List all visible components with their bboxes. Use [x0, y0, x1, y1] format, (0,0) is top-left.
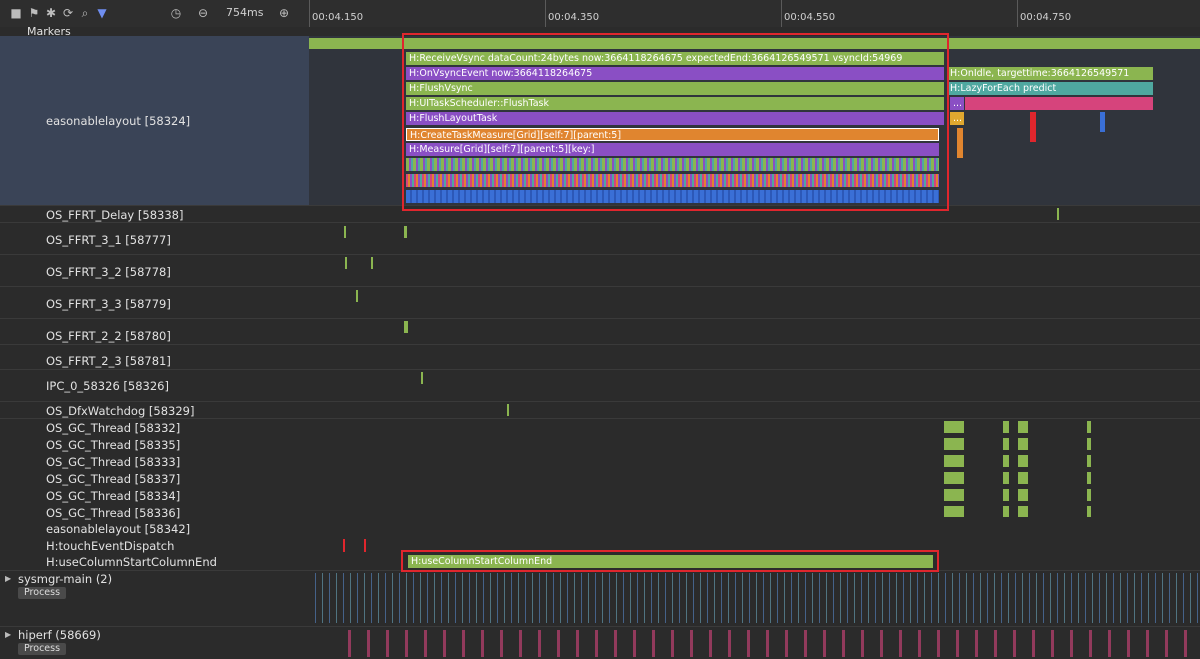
process-badge: Process [18, 643, 67, 655]
zoom-in-icon[interactable]: ⊕ [277, 6, 291, 20]
thread-event[interactable] [404, 321, 408, 333]
row-divider [0, 286, 1200, 287]
flag-icon[interactable]: ⚑ [27, 6, 41, 20]
thread-label[interactable]: OS_DfxWatchdog [58329] [46, 404, 194, 418]
slice-pink-block[interactable] [965, 97, 1153, 110]
slice-flush-vsync[interactable]: H:FlushVsync [406, 82, 944, 95]
thread-label[interactable]: OS_FFRT_2_3 [58781] [46, 354, 171, 368]
row-divider [0, 318, 1200, 319]
slice-on-vsync-event[interactable]: H:OnVsyncEvent now:3664118264675 [406, 67, 944, 80]
thread-label[interactable]: OS_FFRT_3_1 [58777] [46, 233, 171, 247]
tick-label: 00:04.150 [312, 12, 364, 23]
gc-activity[interactable] [1018, 421, 1028, 517]
expand-arrow-icon[interactable]: ▶ [5, 630, 11, 639]
slice-ui-task-scheduler[interactable]: H:UITaskScheduler::FlushTask [406, 97, 944, 110]
small-slice[interactable] [1100, 112, 1105, 132]
expand-arrow-icon[interactable]: ▶ [5, 574, 11, 583]
touch-event[interactable] [364, 539, 366, 552]
markers-label: Markers [27, 25, 71, 38]
clock-icon[interactable]: ◷ [169, 6, 183, 20]
thread-label[interactable]: OS_GC_Thread [58337] [46, 472, 180, 486]
process-badge: Process [18, 587, 67, 599]
tick-label: 00:04.750 [1020, 12, 1072, 23]
thread-event[interactable] [421, 372, 423, 384]
thread-label[interactable]: OS_FFRT_Delay [58338] [46, 208, 183, 222]
process-name[interactable]: hiperf (58669) [18, 628, 101, 642]
process-activity[interactable] [309, 573, 1200, 623]
thread-label[interactable]: OS_GC_Thread [58336] [46, 506, 180, 520]
thread-event[interactable] [344, 226, 346, 238]
thread-event[interactable] [507, 404, 509, 416]
thread-label[interactable]: easonablelayout [58342] [46, 522, 190, 536]
slice-lazy-for-each[interactable]: H:LazyForEach predict [947, 82, 1153, 95]
row-divider [0, 344, 1200, 345]
thread-label[interactable]: OS_GC_Thread [58335] [46, 438, 180, 452]
slice-use-column[interactable]: H:useColumnStartColumnEnd [408, 555, 933, 568]
touch-event[interactable] [343, 539, 345, 552]
thread-event[interactable] [371, 257, 373, 269]
thread-label[interactable]: OS_GC_Thread [58334] [46, 489, 180, 503]
row-divider [0, 254, 1200, 255]
small-slice[interactable] [1030, 112, 1036, 142]
row-divider [0, 222, 1200, 223]
slice-ellipsis[interactable]: ... [950, 112, 964, 125]
slice-dense-children[interactable] [406, 190, 939, 203]
slice-dense-children[interactable] [406, 174, 939, 187]
thread-label[interactable]: OS_GC_Thread [58332] [46, 421, 180, 435]
search-icon[interactable]: ⌕ [78, 6, 92, 20]
thread-label[interactable]: OS_GC_Thread [58333] [46, 455, 180, 469]
gc-activity[interactable] [1003, 421, 1009, 517]
thread-event[interactable] [345, 257, 347, 269]
zoom-value: 754ms [226, 6, 264, 19]
gc-activity[interactable] [944, 421, 964, 517]
thread-event[interactable] [404, 226, 407, 238]
slice-ellipsis[interactable]: ... [950, 97, 964, 110]
row-divider [0, 570, 1200, 571]
main-thread-label[interactable]: easonablelayout [58324] [46, 114, 190, 128]
row-divider [0, 369, 1200, 370]
toolbar: ■ ⚑ ✱ ⟳ ⌕ ▼ ◷ ⊖ 754ms ⊕ 00:04.150 00:04.… [0, 0, 1200, 28]
process-name[interactable]: sysmgr-main (2) [18, 572, 112, 586]
square-icon[interactable]: ■ [9, 6, 23, 20]
row-divider [0, 626, 1200, 627]
thread-label[interactable]: OS_FFRT_3_3 [58779] [46, 297, 171, 311]
thread-label[interactable]: OS_FFRT_2_2 [58780] [46, 329, 171, 343]
thread-label[interactable]: H:useColumnStartColumnEnd [46, 555, 217, 569]
slice-measure-grid[interactable]: H:Measure[Grid][self:7][parent:5][key:] [406, 143, 939, 156]
thread-event[interactable] [1057, 208, 1059, 220]
row-divider [0, 401, 1200, 402]
gc-activity[interactable] [1087, 421, 1091, 517]
filter-icon[interactable]: ▼ [95, 6, 109, 20]
circle-gear-icon[interactable]: ✱ [44, 6, 58, 20]
row-divider [0, 205, 1200, 206]
zoom-out-icon[interactable]: ⊖ [196, 6, 210, 20]
tick-line [545, 0, 546, 27]
tick-line [781, 0, 782, 27]
refresh-icon[interactable]: ⟳ [61, 6, 75, 20]
tick-line [1017, 0, 1018, 27]
tick-label: 00:04.550 [784, 12, 836, 23]
vsync-marker-strip [309, 38, 1200, 49]
slice-receive-vsync[interactable]: H:ReceiveVsync dataCount:24bytes now:366… [406, 52, 944, 65]
slice-on-idle[interactable]: H:OnIdle, targettime:3664126549571 [947, 67, 1153, 80]
small-slice[interactable] [957, 128, 963, 158]
thread-label[interactable]: OS_FFRT_3_2 [58778] [46, 265, 171, 279]
row-divider [0, 418, 1200, 419]
slice-flush-layout[interactable]: H:FlushLayoutTask [406, 112, 944, 125]
tick-line [309, 0, 310, 27]
thread-label[interactable]: H:touchEventDispatch [46, 539, 174, 553]
slice-create-task-measure[interactable]: H:CreateTaskMeasure[Grid][self:7][parent… [406, 128, 939, 141]
thread-event[interactable] [356, 290, 358, 302]
tick-label: 00:04.350 [548, 12, 600, 23]
process-activity[interactable] [340, 630, 1200, 657]
thread-label[interactable]: IPC_0_58326 [58326] [46, 379, 169, 393]
slice-dense-children[interactable] [406, 158, 939, 171]
